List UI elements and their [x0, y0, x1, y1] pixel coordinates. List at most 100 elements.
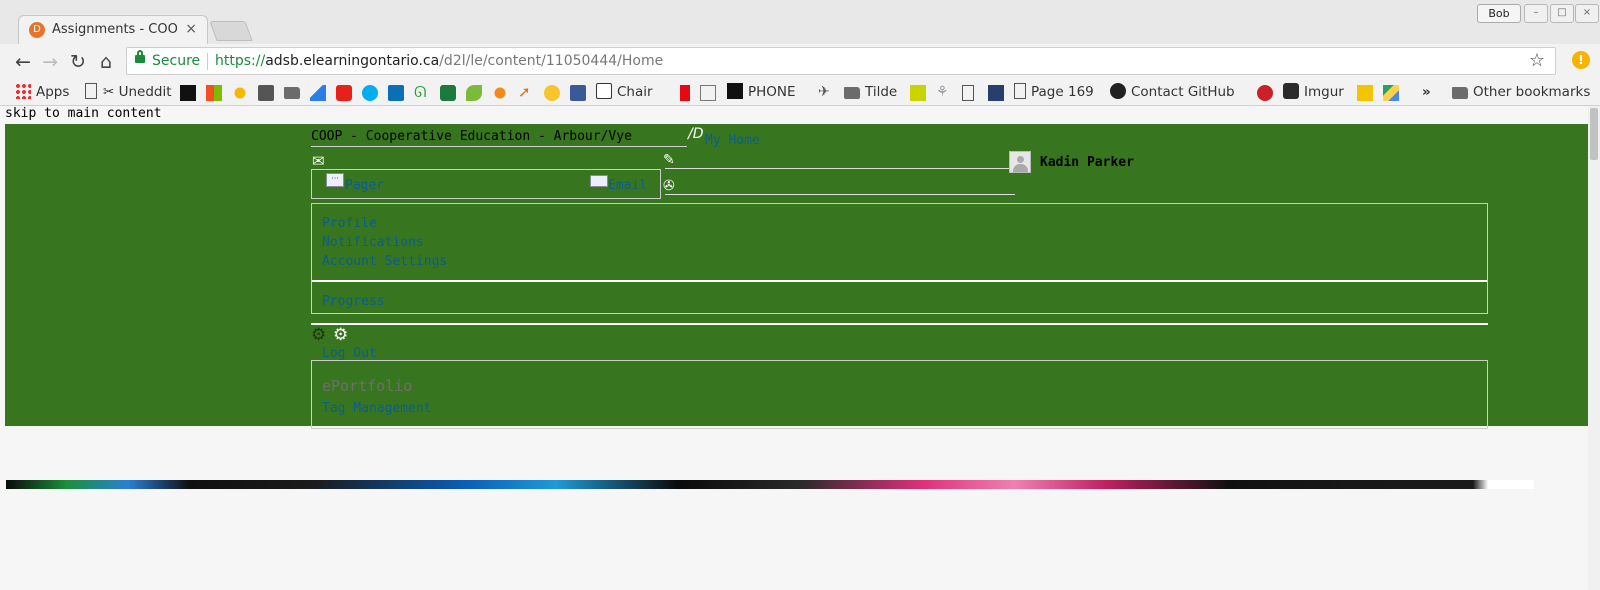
page-viewport: skip to main content COOP - Cooperative … [0, 106, 1600, 590]
maximize-button[interactable]: □ [1550, 4, 1574, 23]
apps-grid-icon [15, 83, 31, 99]
bookmark-tilde[interactable]: Tilde [844, 83, 897, 101]
d2l-favicon-icon: D [29, 22, 45, 38]
course-banner-image [6, 480, 1534, 489]
skype-icon[interactable] [362, 85, 378, 101]
forward-arrow-icon[interactable]: → [39, 51, 61, 73]
cart-icon[interactable] [700, 85, 716, 101]
bookmark-page-icon[interactable] [85, 83, 102, 101]
extension-alert-icon[interactable]: ! [1572, 51, 1590, 69]
my-home-link[interactable]: My Home [705, 133, 760, 148]
bookmarks-overflow-button[interactable]: » [1422, 83, 1431, 101]
bookmark-label: Chair [617, 84, 653, 100]
sun-icon[interactable] [232, 85, 248, 101]
bookmark-label: Imgur [1304, 84, 1344, 100]
url-path: /d2l/le/content/11050444/Home [439, 53, 664, 69]
close-tab-icon[interactable]: × [185, 21, 197, 37]
back-arrow-icon[interactable]: ← [12, 51, 34, 73]
divider-line [311, 323, 1488, 325]
bookmark-star-icon[interactable]: ☆ [1529, 50, 1545, 71]
leaf-icon[interactable]: ᘏ [414, 85, 430, 101]
scrollbar-thumb[interactable] [1590, 108, 1598, 160]
folder-icon [844, 87, 860, 99]
bookmark-phone[interactable]: PHONE [727, 83, 796, 101]
avatar[interactable] [1009, 151, 1031, 173]
netflix-icon[interactable] [680, 85, 690, 101]
orange-gear-icon[interactable] [492, 85, 508, 101]
settings-gear-icon[interactable]: ⚙ [311, 325, 326, 345]
amazon-icon [596, 83, 612, 99]
wiki-icon[interactable] [180, 85, 196, 101]
folder-icon[interactable] [284, 87, 300, 99]
windows-icon[interactable] [206, 85, 222, 101]
log-out-link[interactable]: Log Out [322, 346, 377, 361]
close-window-button[interactable]: × [1575, 4, 1599, 23]
pager-link[interactable]: Pager [345, 178, 384, 193]
page-icon [85, 83, 97, 99]
tag-management-link[interactable]: Tag Management [322, 401, 432, 416]
bookmark-apps[interactable]: Apps [15, 83, 69, 101]
browser-titlebar: D Assignments - COOP - × Bob – □ × [0, 0, 1600, 45]
message-alert-icon[interactable]: ✉ [312, 152, 325, 170]
eportfolio-section: ePortfolio Tag Management [311, 360, 1488, 429]
box-icon[interactable] [258, 85, 274, 101]
lock-icon [135, 50, 145, 63]
page-icon[interactable] [962, 85, 974, 101]
facebook-icon[interactable] [570, 85, 586, 101]
page-scrollbar[interactable] [1588, 106, 1600, 590]
drive-triangle-icon[interactable] [310, 85, 326, 101]
sharepoint-icon[interactable] [388, 85, 404, 101]
youtube-icon[interactable] [336, 85, 352, 101]
yellow-u-icon[interactable] [910, 85, 926, 101]
email-link[interactable]: Email [608, 178, 647, 193]
skip-to-main-link[interactable]: skip to main content [5, 106, 162, 121]
pinterest-icon[interactable] [1257, 85, 1273, 101]
d2l-logo[interactable]: /D [688, 126, 704, 142]
phone-icon [727, 83, 743, 99]
divider-line [665, 168, 1015, 169]
new-tab-button[interactable] [209, 21, 253, 41]
folder-icon [1452, 87, 1468, 99]
home-icon[interactable]: ⌂ [95, 51, 117, 73]
p-icon[interactable] [1357, 85, 1373, 101]
subscription-alert-icon[interactable]: ✇ [663, 178, 675, 194]
bird-icon[interactable]: ✈ [818, 85, 834, 101]
green-icon[interactable] [440, 85, 456, 101]
notifications-link[interactable]: Notifications [322, 235, 424, 250]
bookmark-imgur[interactable]: Imgur [1283, 83, 1344, 101]
bookmark-uneddit[interactable]: ✂ Uneddit [103, 83, 172, 101]
smiley-icon[interactable] [544, 85, 560, 101]
feather-icon[interactable]: ⚘ [936, 85, 952, 101]
settings-gear-icon[interactable]: ⚙ [333, 325, 348, 345]
secure-label: Secure [152, 53, 201, 69]
url-text[interactable]: https://adsb.elearningontario.ca/d2l/le/… [215, 53, 663, 69]
page-icon [1014, 83, 1026, 99]
chart-icon[interactable] [988, 85, 1004, 101]
bookmark-chair[interactable]: Chair [596, 83, 653, 101]
browser-tab[interactable]: D Assignments - COOP - × [18, 15, 208, 45]
orange-arrow-icon[interactable]: ➚ [518, 85, 534, 101]
bookmark-contact-github[interactable]: Contact GitHub [1110, 83, 1235, 101]
scissors-icon: ✂ [103, 84, 119, 100]
github-icon [1110, 83, 1126, 99]
gdrive-icon[interactable] [1383, 85, 1399, 101]
org-title[interactable]: COOP - Cooperative Education - Arbour/Vy… [311, 129, 632, 144]
account-settings-link[interactable]: Account Settings [322, 254, 447, 269]
profile-link[interactable]: Profile [322, 216, 377, 231]
eportfolio-heading: ePortfolio [322, 377, 413, 395]
other-bookmarks[interactable]: Other bookmarks [1452, 83, 1590, 101]
profile-button[interactable]: Bob [1477, 4, 1521, 23]
bookmark-page-169[interactable]: Page 169 [1014, 83, 1094, 101]
progress-link[interactable]: Progress [322, 294, 385, 309]
d2l-navbar: COOP - Cooperative Education - Arbour/Vy… [5, 124, 1588, 429]
minimize-button[interactable]: – [1524, 4, 1548, 23]
reload-icon[interactable]: ↻ [67, 51, 89, 73]
browser-toolbar: ← → ↻ ⌂ Secure https://adsb.elearningont… [0, 44, 1600, 79]
bookmark-label: Tilde [865, 84, 898, 100]
address-bar[interactable]: Secure https://adsb.elearningontario.ca/… [126, 47, 1556, 75]
org-title-underline [311, 146, 687, 147]
menu-divider [312, 280, 1487, 282]
updates-alert-icon[interactable]: ✎ [663, 152, 675, 168]
lime-leaf-icon[interactable] [466, 85, 482, 101]
user-name[interactable]: Kadin Parker [1040, 155, 1134, 170]
